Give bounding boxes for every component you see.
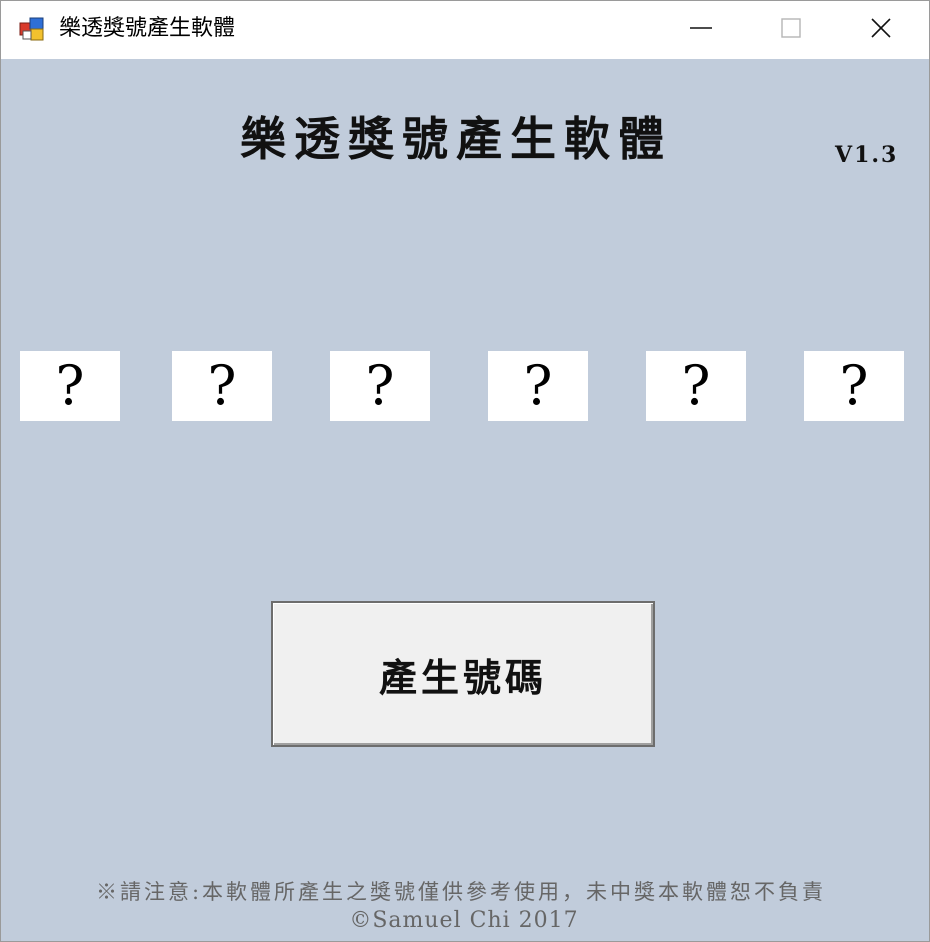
title-bar[interactable]: 樂透獎號產生軟體 — [1, 1, 929, 59]
copyright-text: ©Samuel Chi 2017 — [349, 908, 579, 933]
version-label: V1.3 — [835, 142, 899, 168]
maximize-icon — [780, 17, 802, 44]
close-button[interactable] — [835, 1, 927, 59]
number-box-3: ? — [330, 351, 430, 421]
number-box-1: ? — [20, 351, 120, 421]
minimize-icon — [689, 16, 713, 45]
number-box-5: ? — [646, 351, 746, 421]
window-title: 樂透獎號產生軟體 — [59, 16, 236, 41]
generate-numbers-button[interactable]: 產生號碼 — [271, 601, 655, 747]
disclaimer-notice: ※請注意:本軟體所產生之獎號僅供參考使用，未中獎本軟體恕不負責 — [95, 880, 827, 904]
maximize-button[interactable] — [745, 1, 837, 59]
number-box-2: ? — [172, 351, 272, 421]
form-client-area: 樂透獎號產生軟體 V1.3 ? ? ? ? ? ? 產生號碼 ※請注意:本軟體所… — [1, 59, 929, 941]
close-icon — [869, 16, 893, 45]
app-window: 樂透獎號產生軟體 樂透獎號產生軟體 V1.3 ? ? ? ? ? ? 產生號碼 … — [0, 0, 930, 942]
app-icon[interactable] — [19, 17, 45, 41]
minimize-button[interactable] — [655, 1, 747, 59]
app-heading: 樂透獎號產生軟體 — [240, 112, 672, 166]
number-box-6: ? — [804, 351, 904, 421]
number-box-4: ? — [488, 351, 588, 421]
